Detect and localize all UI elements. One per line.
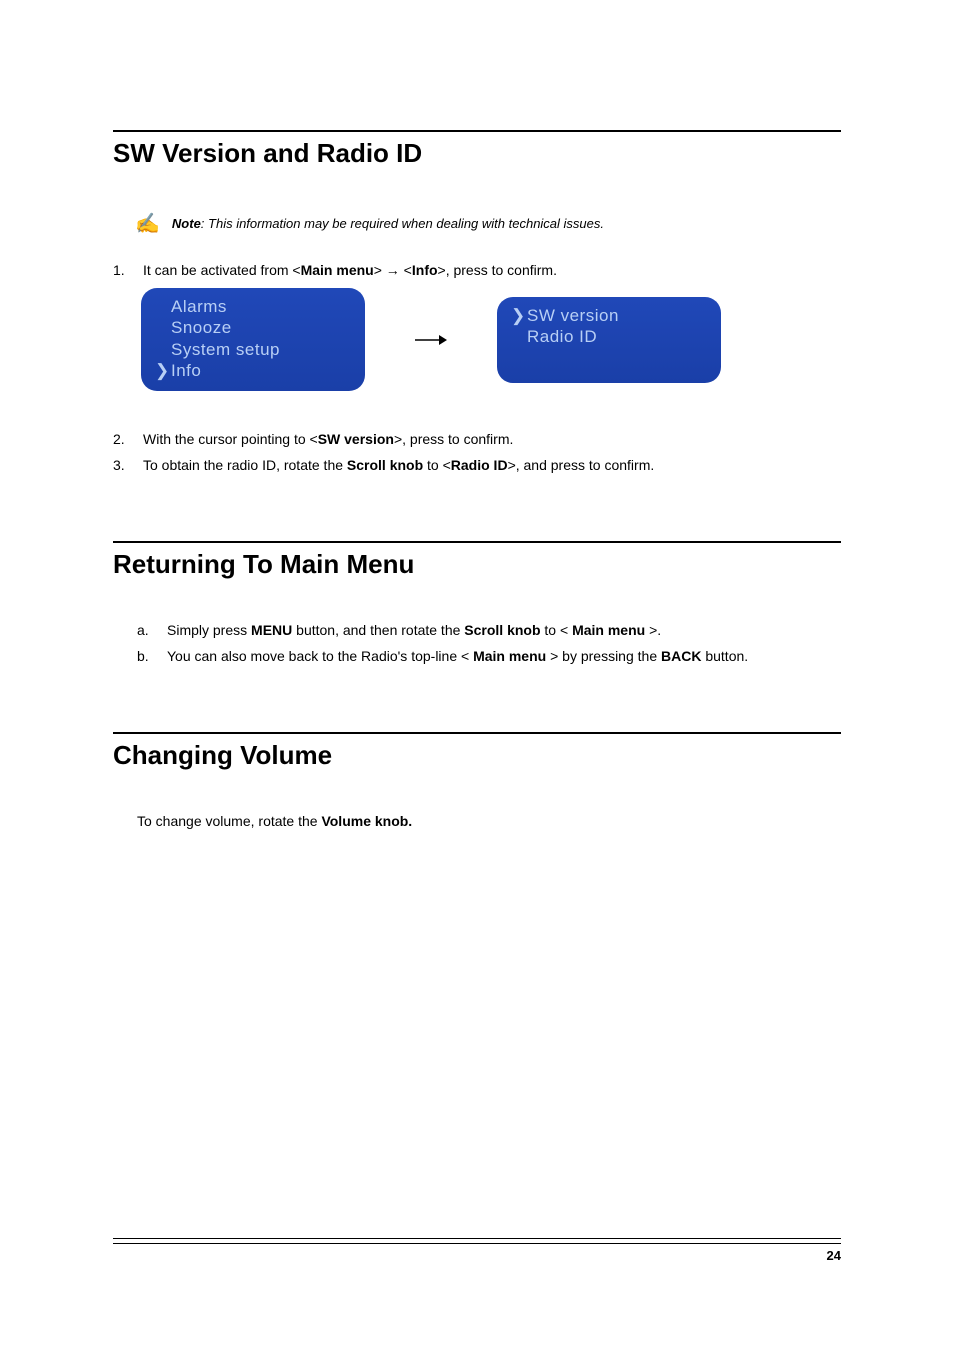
step3-suffix: >, and press to confirm.: [508, 457, 655, 473]
note-body: : This information may be required when …: [201, 216, 604, 231]
b-p2: > by pressing the: [546, 648, 661, 664]
step1-suffix: >, press to confirm.: [438, 262, 557, 278]
a-term-menu: MENU: [251, 622, 292, 638]
marker-b: b.: [137, 648, 149, 664]
arrow-right-icon: →: [386, 262, 400, 278]
caret-icon: ❯: [155, 360, 171, 381]
lcd-line-alarms: Alarms: [155, 296, 345, 317]
note-label: Note: [172, 216, 201, 231]
lcd-line-info: ❯Info: [155, 360, 345, 381]
b-p1: You can also move back to the Radio's to…: [167, 648, 473, 664]
page-footer: 24: [113, 1238, 841, 1263]
cv-term-volume-knob: Volume knob.: [321, 813, 412, 829]
heading-returning-main-menu: Returning To Main Menu: [113, 549, 841, 580]
step2-term-sw-version: SW version: [318, 431, 394, 447]
a-p4: >.: [645, 622, 661, 638]
step-a: a. Simply press MENU button, and then ro…: [137, 622, 841, 638]
caret-icon: ❯: [511, 305, 527, 326]
note: ✍ Note: This information may be required…: [135, 211, 841, 236]
footer-rule-1: [113, 1238, 841, 1239]
step-1: It can be activated from <Main menu> → <…: [113, 262, 841, 278]
marker-a: a.: [137, 622, 149, 638]
step1-prefix: It can be activated from <: [143, 262, 301, 278]
section-divider: [113, 130, 841, 132]
a-term-main-menu: Main menu: [572, 622, 645, 638]
b-term-main-menu: Main menu: [473, 648, 546, 664]
a-p1: Simply press: [167, 622, 251, 638]
lcd-line-radio-id: Radio ID: [511, 326, 701, 347]
section-divider: [113, 732, 841, 734]
cv-p1: To change volume, rotate the: [137, 813, 321, 829]
footer-rule-2: [113, 1243, 841, 1244]
a-p3: to <: [541, 622, 573, 638]
step1-term-main-menu: Main menu: [301, 262, 374, 278]
lcd-line-sw-version-text: SW version: [527, 306, 619, 325]
lcd-screen-info: ❯SW version Radio ID: [497, 297, 721, 383]
section-divider: [113, 541, 841, 543]
changing-volume-body: To change volume, rotate the Volume knob…: [137, 813, 841, 829]
lcd-line-system-setup: System setup: [155, 339, 345, 360]
note-icon: ✍: [135, 211, 160, 236]
step3-term-radio-id: Radio ID: [451, 457, 508, 473]
step3-prefix: To obtain the radio ID, rotate the: [143, 457, 347, 473]
step3-term-scroll-knob: Scroll knob: [347, 457, 423, 473]
step1-term-info: Info: [412, 262, 438, 278]
lcd-screen-main-menu: Alarms Snooze System setup ❯Info: [141, 288, 365, 391]
lcd-line-sw-version: ❯SW version: [511, 305, 701, 326]
step2-prefix: With the cursor pointing to <: [143, 431, 318, 447]
lcd-screens-row: Alarms Snooze System setup ❯Info ❯SW ver…: [141, 288, 841, 391]
arrow-right-icon: [415, 332, 447, 348]
lcd-line-info-text: Info: [171, 361, 201, 380]
arrow-between: [401, 332, 461, 348]
step-b: b. You can also move back to the Radio's…: [137, 648, 841, 664]
a-p2: button, and then rotate the: [292, 622, 464, 638]
step2-suffix: >, press to confirm.: [394, 431, 513, 447]
note-text: Note: This information may be required w…: [172, 216, 604, 231]
b-term-back: BACK: [661, 648, 701, 664]
a-term-scroll-knob: Scroll knob: [464, 622, 540, 638]
b-p3: button.: [701, 648, 748, 664]
heading-changing-volume: Changing Volume: [113, 740, 841, 771]
heading-sw-version: SW Version and Radio ID: [113, 138, 841, 169]
step-2: With the cursor pointing to <SW version>…: [113, 431, 841, 447]
step1-mid2: <: [400, 262, 412, 278]
page-number: 24: [113, 1248, 841, 1263]
step1-mid1: >: [374, 262, 386, 278]
lcd-line-snooze: Snooze: [155, 317, 345, 338]
step3-mid: to <: [423, 457, 451, 473]
step-3: To obtain the radio ID, rotate the Scrol…: [113, 457, 841, 473]
